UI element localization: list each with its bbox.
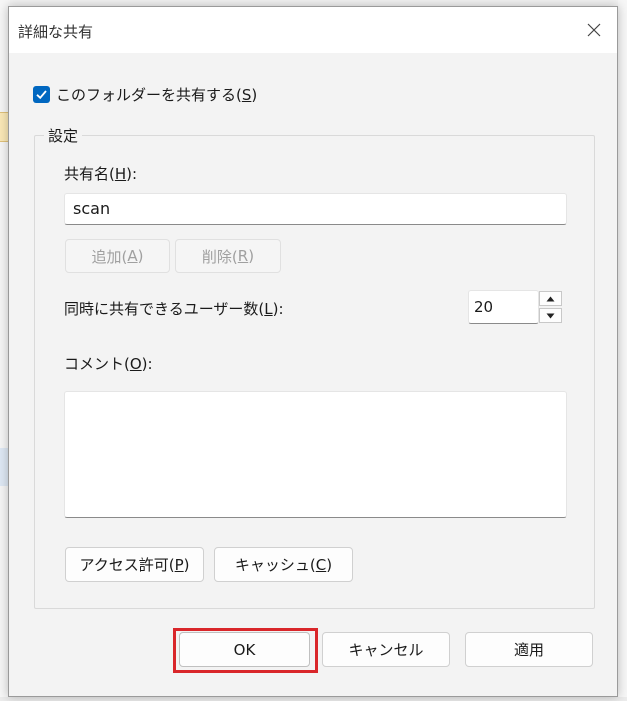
triangle-down-icon [546, 313, 555, 318]
share-folder-checkbox[interactable]: このフォルダーを共有する(S) [33, 84, 257, 105]
user-limit-input[interactable]: 20 [468, 290, 539, 324]
title-bar: 詳細な共有 [9, 7, 617, 53]
ok-button[interactable]: OK [179, 632, 310, 667]
background-window-right [618, 0, 627, 701]
share-name-input[interactable]: scan [64, 193, 567, 225]
dialog-title: 詳細な共有 [18, 23, 94, 41]
caching-button[interactable]: キャッシュ(C) [214, 547, 353, 582]
settings-legend: 設定 [44, 125, 83, 146]
cancel-button[interactable]: キャンセル [322, 632, 450, 667]
add-button[interactable]: 追加(A) [65, 239, 170, 273]
spin-down-button[interactable] [539, 308, 562, 323]
user-limit-label: 同時に共有できるユーザー数(L): [64, 300, 284, 318]
close-button[interactable] [571, 7, 617, 53]
checkbox-checked-icon [33, 86, 50, 103]
permissions-button[interactable]: アクセス許可(P) [65, 547, 204, 582]
remove-button[interactable]: 削除(R) [175, 239, 281, 273]
close-icon [587, 23, 601, 37]
background-window-bottom [0, 697, 627, 701]
triangle-up-icon [546, 296, 555, 301]
advanced-sharing-dialog: 詳細な共有 このフォルダーを共有する(S) 設定 共有名(H): scan 追加… [8, 6, 618, 697]
user-limit-spinner [539, 291, 564, 324]
apply-button[interactable]: 適用 [465, 632, 593, 667]
comment-textarea[interactable] [64, 391, 567, 518]
share-name-label: 共有名(H): [64, 165, 138, 183]
share-folder-label: このフォルダーを共有する(S) [56, 86, 258, 104]
spin-up-button[interactable] [539, 291, 562, 306]
comment-label: コメント(O): [64, 355, 153, 373]
